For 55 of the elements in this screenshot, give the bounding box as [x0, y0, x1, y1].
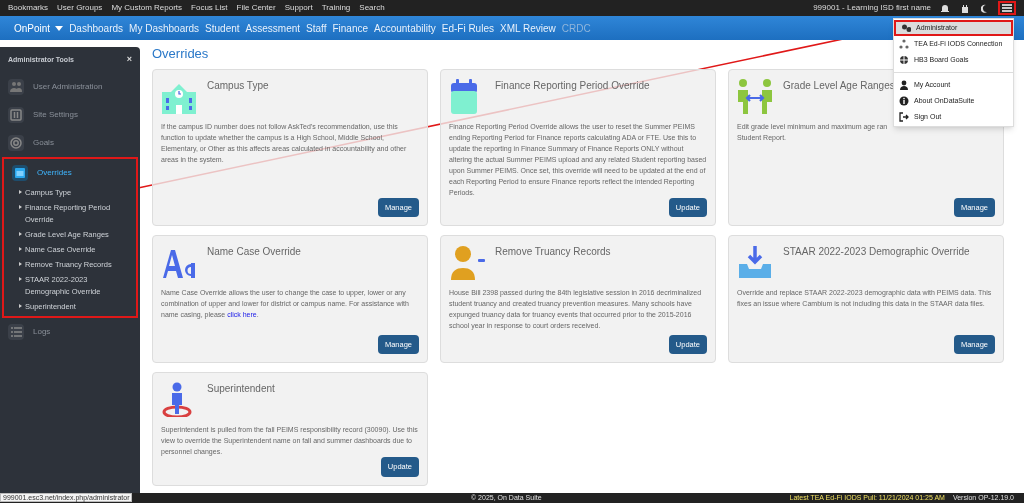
- nav-link: CRDC: [561, 21, 591, 36]
- people-icon: [737, 78, 773, 114]
- top-link[interactable]: Bookmarks: [8, 2, 48, 14]
- top-link[interactable]: Focus List: [191, 2, 228, 14]
- calendar-icon: [14, 167, 26, 179]
- top-link[interactable]: Training: [321, 2, 351, 14]
- nav-link[interactable]: Ed-Fi Rules: [441, 20, 494, 36]
- account-name: 999001 - Learning ISD first name: [813, 2, 931, 14]
- target-icon: [10, 137, 22, 149]
- close-button[interactable]: ×: [126, 53, 132, 67]
- top-link[interactable]: User Groups: [57, 2, 103, 14]
- nav-link[interactable]: Assessment: [245, 20, 301, 36]
- top-link[interactable]: Search: [359, 2, 385, 14]
- card-title: Grade Level Age Ranges: [783, 79, 895, 93]
- sidebar-item[interactable]: Goals: [33, 137, 54, 149]
- card-title: Finance Reporting Period Override: [495, 79, 650, 93]
- building-icon: [961, 3, 969, 13]
- nav-link[interactable]: Student: [205, 20, 240, 36]
- gears-icon: [901, 23, 911, 33]
- globe-icon: [899, 55, 909, 65]
- top-link[interactable]: Support: [284, 2, 313, 14]
- sliders-icon: [10, 109, 22, 121]
- card-title: Campus Type: [207, 79, 269, 93]
- nav-link[interactable]: Finance: [332, 20, 368, 36]
- bell-icon: [941, 3, 949, 13]
- menu-icon: [1002, 4, 1012, 12]
- nav-link[interactable]: Accountability: [374, 20, 436, 36]
- sidebar-item[interactable]: Site Settings: [33, 109, 78, 121]
- network-icon: [899, 39, 909, 49]
- sidebar-item[interactable]: Logs: [33, 326, 51, 338]
- user-icon: [899, 80, 909, 90]
- page-title: Overrides: [152, 46, 209, 62]
- card-title: Remove Truancy Records: [495, 245, 611, 260]
- sidebar-item[interactable]: User Administration: [33, 81, 103, 93]
- nav-link[interactable]: XML Review: [499, 20, 556, 36]
- users-icon: [10, 81, 22, 93]
- card-title: Superintendent: [207, 382, 275, 397]
- caret-right-icon: [19, 301, 23, 311]
- moon-icon: [981, 3, 989, 13]
- card-title: Name Case Override: [207, 245, 301, 260]
- nav-link[interactable]: Staff: [306, 20, 327, 36]
- caret-icon: [55, 25, 64, 31]
- download-icon: [737, 244, 773, 281]
- sidebar-item[interactable]: Overrides: [37, 167, 72, 179]
- user-remove-icon: [449, 244, 485, 281]
- info-icon: [899, 96, 909, 106]
- nav-link[interactable]: Dashboards: [69, 20, 124, 36]
- sign-out-icon: [899, 112, 909, 122]
- top-link[interactable]: File Center: [236, 2, 276, 14]
- card-title: STAAR 2022-2023 Demographic Override: [783, 245, 970, 260]
- list-icon: [10, 326, 22, 338]
- menu-button[interactable]: [998, 1, 1016, 15]
- nav-link[interactable]: My Dashboards: [129, 20, 200, 36]
- nav-link[interactable]: OnPoint: [14, 20, 64, 36]
- top-link[interactable]: My Custom Reports: [111, 2, 183, 14]
